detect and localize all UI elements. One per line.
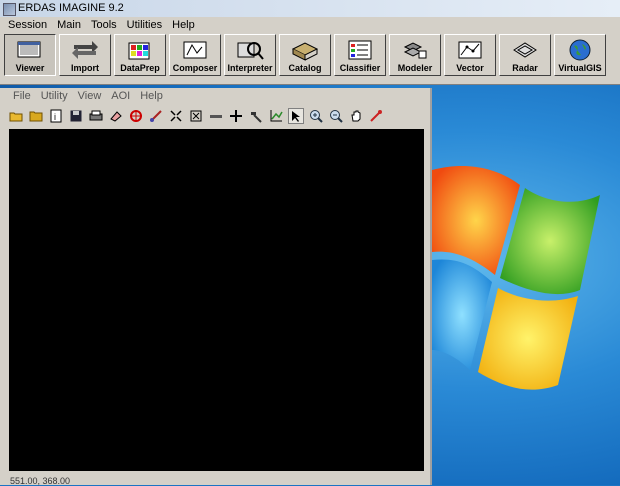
viewer-menu-utility[interactable]: Utility (36, 88, 73, 105)
viewer-icon (17, 41, 41, 58)
classifier-icon (348, 40, 372, 60)
catalog-icon (291, 42, 319, 61)
viewer-menu-view[interactable]: View (73, 88, 107, 105)
catalog-button-label: Catalog (288, 63, 322, 73)
vector-icon (458, 41, 482, 59)
vector-button-label: Vector (456, 63, 484, 73)
zoom-out-icon[interactable] (328, 108, 344, 124)
viewer-menubar: File Utility View AOI Help (0, 88, 430, 105)
composer-icon (183, 41, 207, 59)
import-icon (72, 41, 98, 59)
expand-icon[interactable] (188, 108, 204, 124)
viewer-button-label: Viewer (15, 63, 45, 73)
classifier-button[interactable]: Classifier (334, 34, 386, 76)
classifier-button-label: Classifier (339, 63, 381, 73)
modeler-button-label: Modeler (397, 63, 433, 73)
hammer-icon[interactable] (248, 108, 264, 124)
menu-tools[interactable]: Tools (87, 17, 123, 33)
interpreter-icon (237, 42, 264, 60)
select-arrow-icon[interactable] (288, 108, 304, 124)
main-menubar: Session Main Tools Utilities Help (0, 17, 620, 33)
dataprep-icon (128, 42, 150, 60)
app-icon (3, 3, 16, 16)
viewer-window: File Utility View AOI Help i 551.00, 368… (0, 88, 432, 486)
eraser-icon[interactable] (108, 108, 124, 124)
viewer-menu-file[interactable]: File (8, 88, 36, 105)
modeler-button[interactable]: Modeler (389, 34, 441, 76)
print-icon[interactable] (88, 108, 104, 124)
crosshair-icon[interactable] (228, 108, 244, 124)
composer-button-label: Composer (172, 63, 218, 73)
menu-session[interactable]: Session (4, 17, 53, 33)
svg-text:i: i (54, 112, 56, 122)
inquire-icon[interactable] (368, 108, 384, 124)
title-bar: ERDAS IMAGINE 9.2 (0, 0, 620, 17)
composer-button[interactable]: Composer (169, 34, 221, 76)
menu-help[interactable]: Help (168, 17, 201, 33)
zoom-in-icon[interactable] (308, 108, 324, 124)
virtualgis-button-label: VirtualGIS (558, 63, 602, 73)
import-button[interactable]: Import (59, 34, 111, 76)
window-title: ERDAS IMAGINE 9.2 (18, 2, 124, 14)
main-toolbar: Viewer Import DataPrep Composer Interpre… (0, 34, 620, 80)
virtualgis-button[interactable]: VirtualGIS (554, 34, 606, 76)
menu-utilities[interactable]: Utilities (123, 17, 168, 33)
interpreter-button[interactable]: Interpreter (224, 34, 276, 76)
info-icon[interactable]: i (48, 108, 64, 124)
chart-icon[interactable] (268, 108, 284, 124)
folder-icon[interactable] (28, 108, 44, 124)
measure-icon[interactable] (148, 108, 164, 124)
menu-main[interactable]: Main (53, 17, 87, 33)
radar-icon (513, 42, 537, 58)
pan-hand-icon[interactable] (348, 108, 364, 124)
radar-button[interactable]: Radar (499, 34, 551, 76)
viewer-menu-help[interactable]: Help (135, 88, 168, 105)
viewer-canvas[interactable] (9, 129, 424, 471)
interpreter-button-label: Interpreter (227, 63, 273, 73)
catalog-button[interactable]: Catalog (279, 34, 331, 76)
minus-icon[interactable] (208, 108, 224, 124)
open-folder-icon[interactable] (8, 108, 24, 124)
viewer-menu-aoi[interactable]: AOI (106, 88, 135, 105)
dataprep-button-label: DataPrep (120, 63, 160, 73)
modeler-icon (403, 42, 427, 59)
import-button-label: Import (71, 63, 99, 73)
dataprep-button[interactable]: DataPrep (114, 34, 166, 76)
erdas-main-window: ERDAS IMAGINE 9.2 Session Main Tools Uti… (0, 0, 620, 85)
radar-button-label: Radar (512, 63, 538, 73)
save-icon[interactable] (68, 108, 84, 124)
globe-icon (569, 39, 591, 61)
target-icon[interactable] (128, 108, 144, 124)
vector-button[interactable]: Vector (444, 34, 496, 76)
fit-icon[interactable] (168, 108, 184, 124)
viewer-button[interactable]: Viewer (4, 34, 56, 76)
viewer-toolbar: i (0, 105, 430, 127)
